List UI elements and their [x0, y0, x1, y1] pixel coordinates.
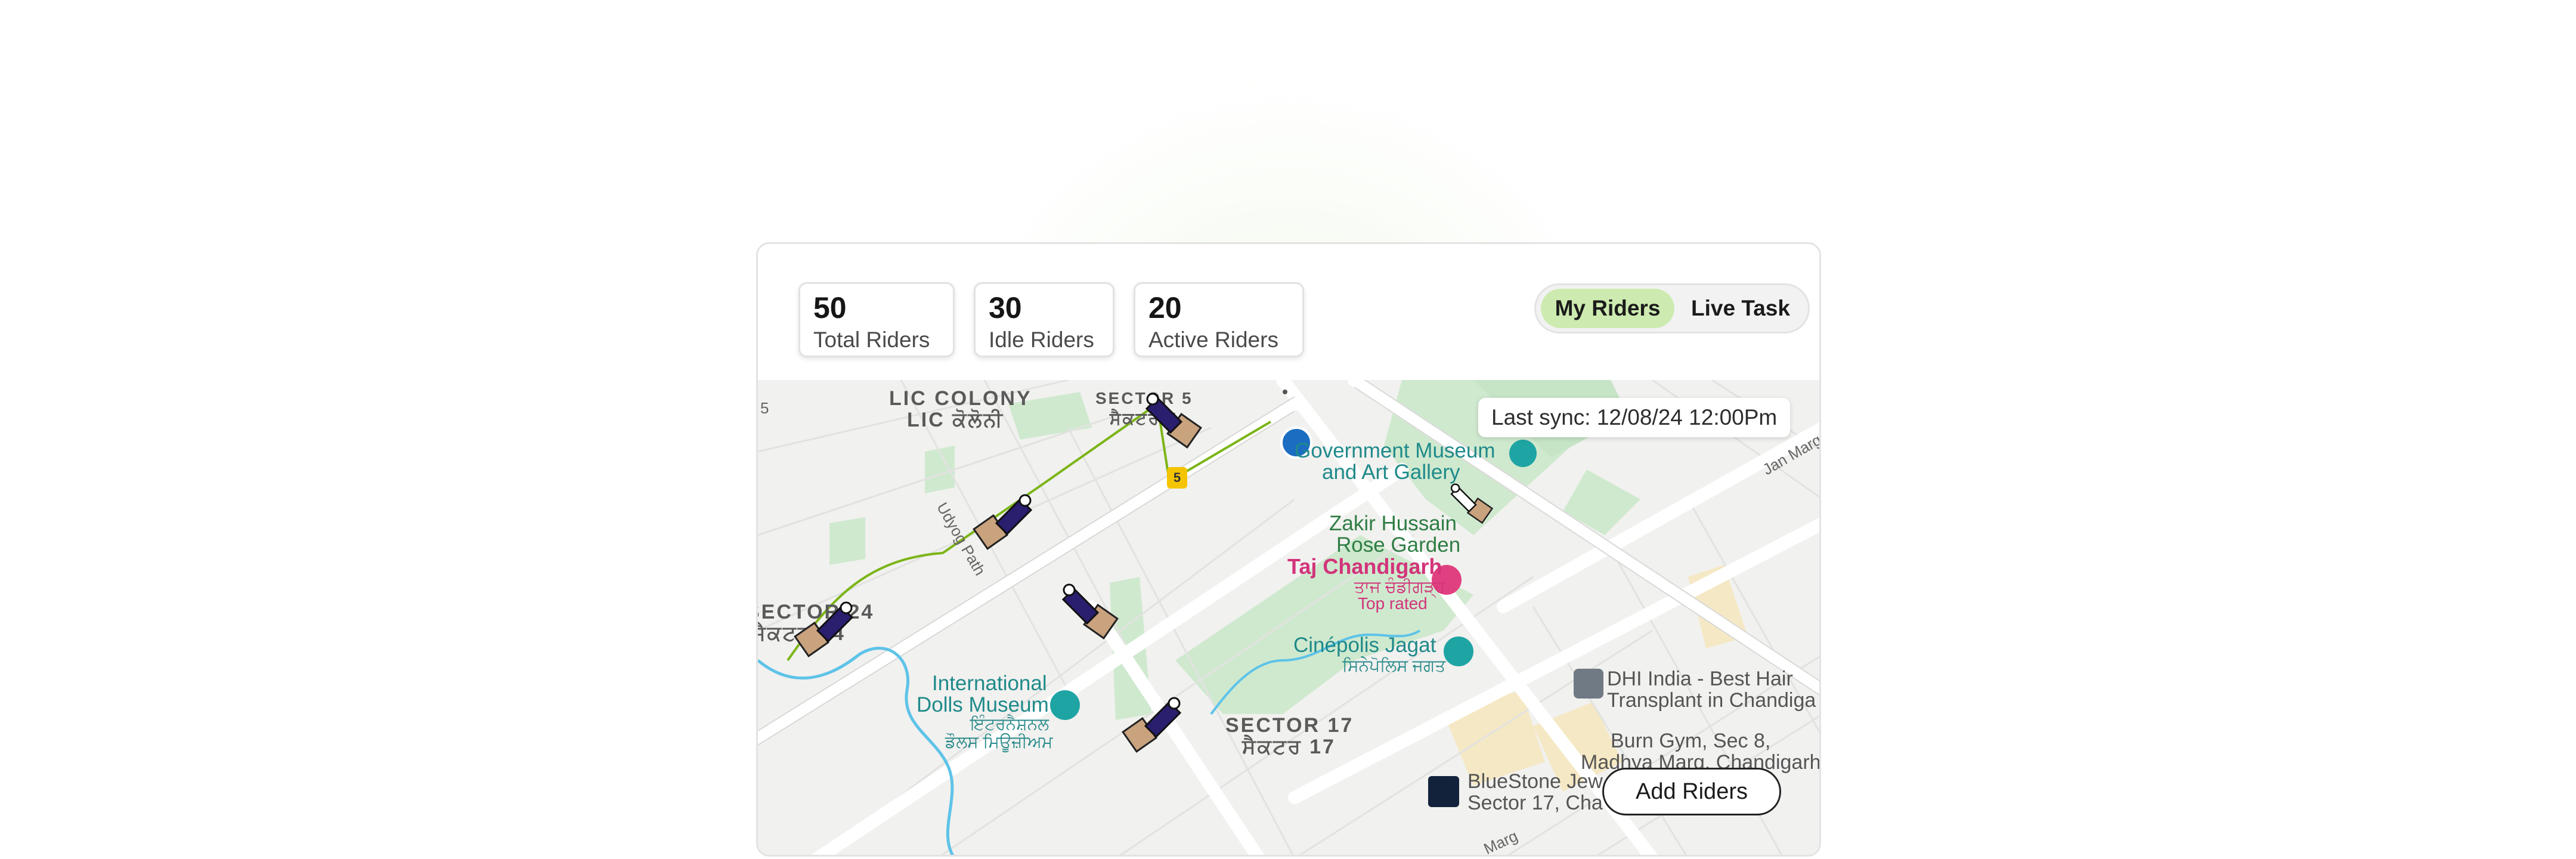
area-label-local: LIC ਕੋਲੋਨੀ [907, 409, 1004, 431]
area-label-local: ਸੈਕਟਰ 17 [1242, 736, 1336, 758]
stat-value: 30 [989, 291, 1022, 325]
poi-label: International [932, 672, 1047, 695]
card-header: 50 Total Riders 30 Idle Riders 20 Active… [758, 244, 1819, 380]
stat-idle-riders: 30 Idle Riders [974, 282, 1114, 357]
rider-marker-icon[interactable] [1122, 690, 1187, 756]
toggle-my-riders[interactable]: My Riders [1541, 289, 1674, 328]
poi-label: Government Museum [1295, 439, 1496, 462]
rider-marker-icon[interactable] [1444, 475, 1497, 529]
poi-label: Sector 17, Cha [1467, 792, 1603, 814]
poi-label-local: ਸਿਨੇਪੋਲਿਸ ਜਗਤ [1342, 656, 1446, 675]
map-view[interactable]: 5 5 LIC COLONY LIC ਕੋਲੋਨੀ SECTOR 5 ਸੈਕਟਰ… [758, 380, 1819, 855]
stat-value: 20 [1148, 291, 1182, 325]
clinic-icon[interactable] [1574, 669, 1603, 699]
poi-label: Transplant in Chandiga [1607, 689, 1816, 712]
stat-value: 50 [813, 291, 847, 325]
poi-label: DHI India - Best Hair [1607, 668, 1793, 690]
poi-label-local: ਤਾਜ ਚੰਡੀਗੜ੍ਹ [1354, 577, 1445, 596]
rider-marker-icon[interactable] [1056, 577, 1122, 642]
poi-label: Taj Chandigarh [1287, 554, 1442, 579]
stat-label: Idle Riders [989, 327, 1094, 352]
stat-active-riders: 20 Active Riders [1134, 282, 1304, 357]
rider-marker-icon[interactable] [794, 595, 859, 660]
poi-rating: Top rated [1358, 594, 1428, 613]
poi-label: Burn Gym, Sec 8, [1611, 730, 1771, 752]
last-sync-badge: Last sync: 12/08/24 12:00Pm [1478, 398, 1791, 437]
poi-label: Zakir Hussain [1329, 512, 1457, 535]
poi-label-local: ਇੰਟਰਨੈਸ਼ਨਲ [970, 715, 1049, 733]
museum-icon[interactable] [1509, 440, 1537, 467]
museum-icon[interactable] [1050, 690, 1080, 720]
stat-total-riders: 50 Total Riders [798, 282, 955, 357]
poi-label: Rose Garden [1336, 533, 1461, 557]
route-badge: 5 [1167, 467, 1187, 489]
add-riders-button[interactable]: Add Riders [1602, 768, 1781, 815]
map-edge-number: 5 [760, 399, 769, 417]
toggle-live-task[interactable]: Live Task [1677, 289, 1804, 328]
rider-marker-icon[interactable] [1140, 386, 1205, 452]
stat-label: Active Riders [1148, 327, 1278, 352]
area-label: SECTOR 17 [1225, 714, 1354, 737]
poi-label: and Art Gallery [1322, 461, 1460, 484]
poi-label: Dolls Museum [917, 693, 1049, 716]
cinema-icon[interactable] [1444, 636, 1473, 666]
poi-label: Cinépolis Jagat [1293, 634, 1436, 657]
riders-map-card: 50 Total Riders 30 Idle Riders 20 Active… [756, 242, 1821, 857]
jewellery-store-icon[interactable] [1428, 776, 1459, 807]
rider-marker-icon[interactable] [973, 487, 1038, 553]
area-label: LIC COLONY [889, 387, 1032, 410]
view-toggle: My Riders Live Task [1534, 283, 1810, 333]
poi-label-local: ਡੌਲਸ ਮਿਊਜ਼ੀਅਮ [945, 733, 1053, 751]
stat-label: Total Riders [813, 327, 930, 352]
poi-label: BlueStone Jew [1467, 770, 1603, 793]
